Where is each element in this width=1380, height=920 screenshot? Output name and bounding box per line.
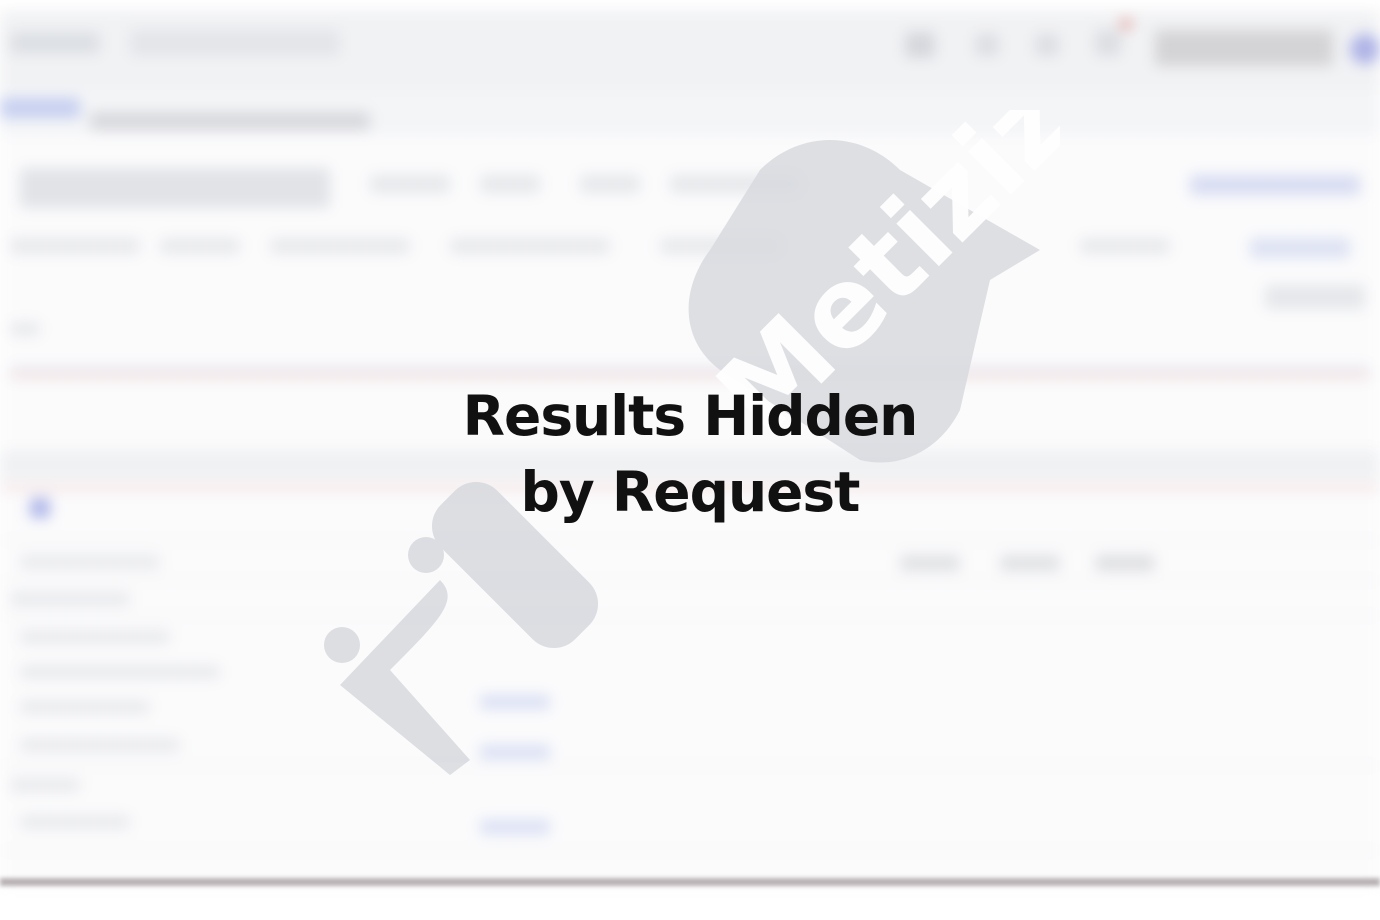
table-cell (20, 815, 130, 829)
notification-dot (1120, 18, 1132, 30)
filter-link (1250, 238, 1350, 258)
table-row (0, 850, 1380, 851)
table-cell (480, 695, 550, 709)
table-cell (20, 738, 180, 752)
table-row (0, 765, 1380, 766)
table-cell (20, 630, 170, 644)
table-cell (10, 592, 130, 606)
filter-item (270, 238, 410, 254)
avatar (1350, 34, 1380, 64)
table-cell (20, 555, 160, 569)
table-cell (1000, 555, 1060, 571)
table-row (0, 580, 1380, 581)
header-link (1190, 175, 1360, 195)
notice-line-2: by Request (520, 460, 861, 524)
window-bottom-edge (0, 878, 1380, 886)
breadcrumb-link (0, 98, 80, 118)
notice-line-1: Results Hidden (462, 384, 919, 448)
results-hidden-notice: Results Hidden by Request (390, 378, 990, 530)
checkbox (30, 498, 50, 518)
search-input (130, 30, 340, 56)
chart-line (10, 366, 1370, 369)
home-icon (905, 32, 935, 58)
table-cell (480, 820, 550, 834)
tab (580, 175, 640, 193)
filter-item (660, 238, 780, 254)
help-icon (975, 34, 999, 56)
filter-item (450, 238, 610, 254)
bell-icon (1095, 30, 1121, 56)
tab (480, 175, 540, 193)
tab (670, 175, 800, 193)
breadcrumb (90, 112, 370, 130)
table-cell (480, 745, 550, 759)
table-cell (10, 778, 80, 792)
screen: Metizizi Results Hidden by Request (0, 0, 1380, 920)
tab (370, 175, 450, 193)
filter-item (10, 238, 140, 254)
table-cell (1095, 555, 1155, 571)
app-logo (10, 32, 100, 54)
settings-icon (1035, 34, 1059, 56)
table-cell (900, 555, 960, 571)
table-cell (20, 700, 150, 714)
dropdown (1265, 285, 1365, 309)
table-row (0, 615, 1380, 616)
account-selector (20, 168, 330, 208)
table-cell (20, 665, 220, 679)
filter-item (160, 238, 240, 254)
chart-label (10, 322, 40, 336)
table-row (0, 540, 1380, 541)
filter-item (1080, 238, 1170, 254)
account-box (1155, 30, 1333, 66)
